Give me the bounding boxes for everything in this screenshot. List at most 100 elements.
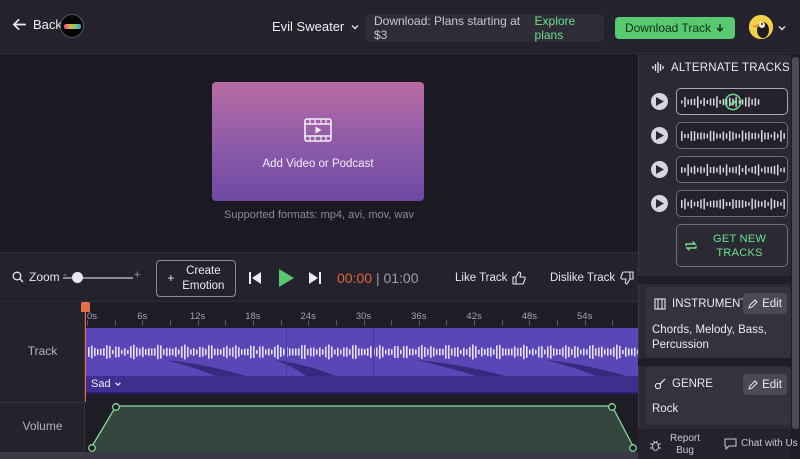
ruler-tick [363,320,365,326]
skip-back-icon[interactable] [248,271,262,285]
ruler-tick [252,320,254,326]
volume-envelope[interactable] [86,403,638,459]
edit-instruments-button[interactable]: Edit [743,293,787,314]
volume-point[interactable] [608,403,616,411]
chat-icon [724,438,737,450]
genre-section: GENRE Edit Rock [646,367,791,425]
genre-header: GENRE [654,378,713,390]
alternate-track-waveform[interactable] [676,122,788,149]
time-separator: | [375,270,380,286]
bug-icon [650,440,661,451]
timeline-scrollbar[interactable] [0,452,638,459]
skip-forward-icon[interactable] [308,271,322,285]
track-waveform[interactable] [86,328,639,376]
row-divider [0,402,85,403]
alternate-track-row [651,122,788,149]
alternate-track-waveform[interactable] [676,88,788,115]
time-total: 01:00 [383,270,419,286]
alternate-track-waveform[interactable] [676,190,788,217]
play-alternate-button[interactable] [651,161,668,178]
brand-logo[interactable] [60,14,84,38]
create-emotion-button[interactable]: + Create Emotion [156,260,236,297]
time-ruler[interactable]: 0s 6s 12s 18s 24s 30s 36s 42s 48s 54s [85,302,638,326]
back-label: Back [33,17,62,32]
video-preview-area: Add Video or Podcast Supported formats: … [0,55,638,252]
zoom-minus: - [63,269,67,281]
panel-divider [638,276,791,284]
download-track-button[interactable]: Download Track [615,17,735,39]
zoom-plus: + [134,269,141,281]
edit-genre-button[interactable]: Edit [743,374,787,395]
ruler-tick [584,320,586,326]
chat-with-us-button[interactable]: Chat with Us [724,437,798,450]
chat-label: Chat with Us [741,438,798,449]
zoom-slider-thumb[interactable] [71,272,83,283]
ruler-tick [557,320,559,326]
toucan-avatar-icon [749,15,773,39]
alternate-track-row [651,156,788,183]
play-alternate-button[interactable] [651,127,668,144]
play-icon [656,199,664,208]
volume-row-label: Volume [22,419,63,433]
create-emotion-line1: Create [186,264,221,277]
alternate-track-waveform[interactable] [676,156,788,183]
get-new-tracks-label: GET NEW TRACKS [713,232,766,260]
refresh-icon [685,240,697,251]
ruler-tick [418,320,420,326]
get-new-tracks-button[interactable]: GET NEW TRACKS [676,224,788,267]
timeline-label-column: Track Volume [0,302,85,459]
add-video-button[interactable]: Add Video or Podcast [212,82,424,201]
play-alternate-button[interactable] [651,195,668,212]
scrollbar-thumb[interactable] [792,57,799,429]
genre-value: Rock [652,403,679,415]
alternate-track-row [651,88,788,115]
dislike-track-button[interactable]: Dislike Track [550,271,634,285]
waveform-icon [652,62,664,73]
volume-point[interactable] [112,403,120,411]
zoom-label: Zoom [29,270,60,284]
edit-label: Edit [762,378,782,391]
like-track-button[interactable]: Like Track [455,271,527,285]
dislike-track-label: Dislike Track [550,272,616,284]
ruler-tick [335,320,337,326]
play-icon [656,131,664,140]
back-button[interactable]: Back [12,17,62,32]
chevron-down-icon [114,382,121,387]
user-avatar[interactable] [749,15,773,39]
playback-controls: Zoom - + + Create Emotion 00:00 | 01:00 … [0,252,638,302]
time-display: 00:00 | 01:00 [337,270,419,286]
genre-title: GENRE [672,378,713,390]
alternate-tracks-title: ALTERNATE TRACKS [671,61,790,74]
track-row-label: Track [27,344,58,358]
ruler-tick [501,320,503,326]
instruments-section: INSTRUMENTS Edit Chords, Melody, Bass, P… [646,287,791,358]
thumbs-up-icon [512,271,527,285]
ruler-tick [225,320,227,326]
account-chevron-down-icon[interactable] [777,23,787,33]
volume-point[interactable] [88,444,96,452]
piano-icon [654,298,666,310]
playhead-handle[interactable] [81,302,90,312]
create-emotion-label: Create Emotion [182,264,224,294]
ruler-tick [308,320,310,326]
report-bug-button[interactable]: Report Bug [649,433,700,457]
play-icon [656,97,664,106]
emotion-selector[interactable]: Sad [91,378,122,390]
report-bug-label: Report Bug [670,433,700,457]
get-new-tracks-line2: TRACKS [716,246,763,259]
edit-label: Edit [762,297,782,310]
pencil-icon [748,298,758,309]
play-icon[interactable] [278,268,295,288]
track-title-dropdown[interactable]: Evil Sweater [272,19,360,34]
explore-plans-link[interactable]: Explore plans [535,14,604,42]
emotion-label: Sad [91,378,111,390]
plus-icon: + [167,272,175,285]
guitar-icon [654,378,666,390]
play-alternate-button[interactable] [651,93,668,110]
arrow-down-icon [716,24,724,32]
thumbs-down-icon [620,271,634,285]
right-panel-scrollbar[interactable] [791,55,800,459]
emotion-lane[interactable]: Sad [86,376,638,394]
volume-point[interactable] [629,444,637,452]
timeline: Track Volume 0s 6s 12s 18s 24s 30s 36s 42s 48s 54… [0,302,639,459]
